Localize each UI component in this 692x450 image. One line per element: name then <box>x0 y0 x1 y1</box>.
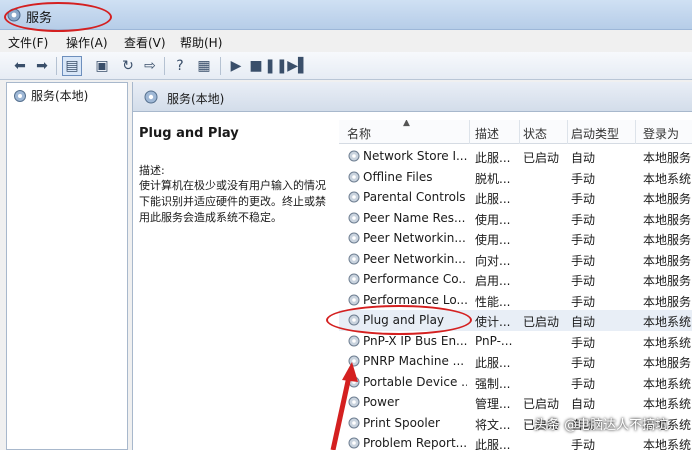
annotation-arrow <box>330 362 358 450</box>
watermark: 头条 @电脑达人不搞坑 <box>534 418 669 433</box>
